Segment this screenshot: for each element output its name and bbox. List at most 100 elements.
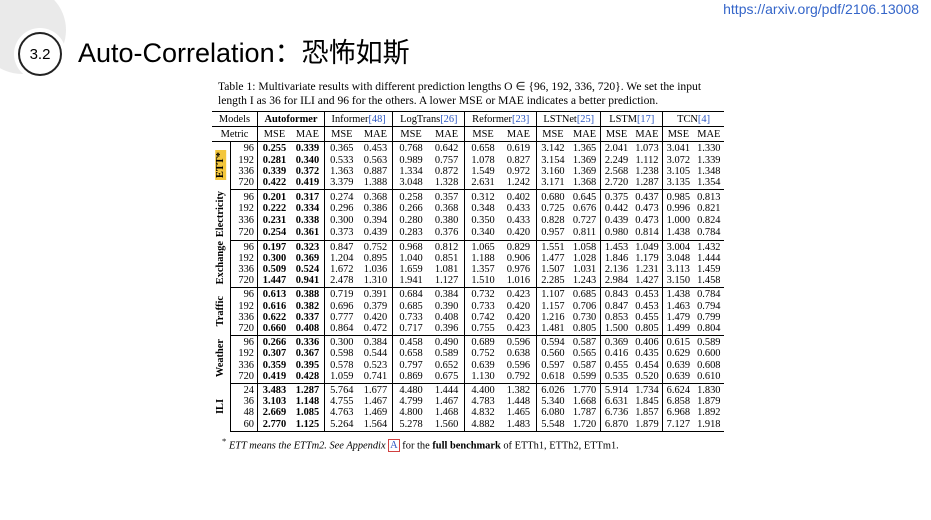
mae-value: 1.467 — [363, 396, 388, 408]
dataset-label: Exchange — [215, 241, 227, 285]
mae-value: 0.376 — [428, 226, 465, 241]
dataset-label: Weather — [215, 339, 227, 378]
dataset-label: ETT* — [215, 149, 227, 180]
mae-value: 0.805 — [568, 323, 601, 337]
table-row: Electricity 96 0.201 0.317 0.274 0.368 0.258 0.… — [212, 189, 724, 241]
mae-value: 0.652 — [434, 359, 459, 371]
table-caption: Table 1: Multivariate results with diffe… — [218, 80, 702, 107]
mse-value: 0.696 — [323, 300, 359, 312]
mae-value: 0.317 — [295, 191, 320, 203]
table-row: ETT* 96 0.255 0.339 0.365 0.453 0.768 0.642 0.65… — [212, 141, 724, 190]
mse-value: 3.113 — [662, 263, 694, 276]
mae-value: 1.787 — [572, 407, 597, 419]
mse-value: 0.639 — [662, 359, 694, 371]
mse-value: 1.453 — [600, 240, 632, 253]
mae-value: 0.454 — [635, 359, 659, 371]
mae-value: 0.423 — [500, 323, 537, 337]
mse-value: 1.357 — [464, 263, 501, 276]
mae-value: 1.348 — [697, 165, 721, 177]
dataset-label-cell: ILI — [212, 383, 231, 432]
paper-excerpt: Table 1: Multivariate results with diffe… — [212, 80, 727, 453]
mae-value: 0.619 — [506, 143, 531, 155]
mae-value: 0.676 — [572, 203, 597, 215]
mse-value: 4.763 — [323, 407, 359, 419]
appendix-link[interactable]: A — [388, 439, 400, 453]
mse-value: 4.783 — [464, 396, 501, 408]
prediction-length: 192 — [230, 203, 258, 215]
dataset-group: ILI 24 3.483 1.287 5.764 1.677 4.480 1.444 4.400… — [212, 383, 724, 432]
mae-value: 0.824 — [697, 215, 721, 227]
mse-value: 0.680 — [536, 189, 569, 204]
mse-value: 0.658 — [464, 141, 501, 155]
mae-value: 0.610 — [693, 370, 724, 385]
mse-value: 6.026 — [536, 383, 569, 397]
prediction-length: 336 — [230, 359, 258, 371]
mae-value: 0.887 — [363, 165, 388, 177]
mae-value: 0.523 — [363, 359, 388, 371]
mse-value: 0.797 — [392, 359, 429, 371]
mae-value: 1.127 — [428, 275, 465, 289]
mae-value: 0.390 — [434, 300, 459, 312]
mae-value: 0.420 — [500, 226, 537, 241]
mse-value: 0.985 — [662, 189, 694, 204]
mae-value: 0.589 — [434, 348, 459, 360]
mse-value: 0.732 — [464, 287, 501, 301]
mse-value: 3.048 — [662, 252, 694, 264]
mse-value: 2.669 — [262, 407, 287, 419]
mae-value: 0.323 — [295, 241, 320, 253]
mae-value: 0.435 — [635, 348, 659, 360]
mse-value: 0.350 — [464, 214, 501, 227]
table-row: 336 0.622 0.337 0.777 0.420 0.733 0.408 0.742 0.… — [212, 311, 724, 323]
mae-header: MAE — [358, 126, 393, 143]
mse-value: 2.720 — [600, 177, 632, 191]
mae-value: 0.645 — [572, 191, 597, 203]
mae-value: 1.016 — [500, 275, 537, 289]
mae-value: 0.851 — [434, 252, 459, 264]
mse-value: 0.312 — [464, 189, 501, 204]
mse-value: 0.658 — [392, 348, 429, 360]
mae-header: MAE — [693, 126, 724, 143]
mae-value: 0.437 — [635, 191, 659, 203]
source-url-link[interactable]: https://arxiv.org/pdf/2106.13008 — [723, 1, 919, 17]
mse-value: 0.281 — [262, 154, 287, 166]
mae-value: 0.804 — [693, 323, 724, 337]
mse-value: 2.478 — [323, 275, 359, 289]
mse-value: 1.334 — [392, 165, 429, 178]
mse-value: 2.285 — [536, 275, 569, 289]
mae-value: 0.420 — [506, 300, 531, 312]
mse-value: 1.479 — [662, 311, 694, 323]
mse-value: 0.201 — [262, 191, 287, 203]
mae-value: 1.287 — [631, 177, 663, 191]
prediction-length: 720 — [230, 275, 258, 289]
table-row: 336 0.231 0.338 0.300 0.394 0.280 0.380 0.350 0.… — [212, 214, 724, 227]
mae-value: 0.741 — [358, 370, 393, 385]
mae-value: 1.369 — [572, 154, 597, 166]
model-header: LSTNet[25] — [536, 110, 601, 127]
mae-value: 0.727 — [572, 215, 597, 227]
mse-value: 1.107 — [536, 287, 569, 301]
mae-value: 1.845 — [635, 396, 659, 408]
mse-value: 2.631 — [464, 177, 501, 191]
footnote-text: ETT means the ETTm2. See Appendix — [228, 440, 386, 452]
mse-value: 0.622 — [262, 311, 287, 323]
mae-value: 1.148 — [295, 396, 320, 408]
footnote-bold-text: full benchmark — [432, 440, 501, 452]
mae-value: 0.784 — [693, 226, 724, 241]
mae-value: 1.081 — [434, 263, 459, 275]
mae-value: 0.439 — [358, 226, 393, 241]
mse-header: MSE — [392, 126, 429, 143]
mse-value: 0.725 — [536, 203, 569, 215]
mse-value: 0.422 — [257, 177, 291, 191]
section-number: 3.2 — [29, 45, 51, 63]
mse-header: MSE — [662, 126, 694, 143]
mse-value: 0.615 — [662, 335, 694, 349]
mse-header: MSE — [536, 126, 569, 143]
mse-value: 1.507 — [536, 263, 569, 276]
mae-value: 0.339 — [295, 143, 320, 155]
mse-value: 2.041 — [600, 141, 632, 155]
table-row: 720 1.447 0.941 2.478 1.310 1.941 1.127 1.510 1.… — [212, 275, 724, 289]
prediction-length: 96 — [230, 189, 258, 204]
mae-value: 0.396 — [428, 323, 465, 337]
mae-header: MAE — [500, 126, 537, 143]
mae-value: 0.334 — [295, 203, 320, 215]
